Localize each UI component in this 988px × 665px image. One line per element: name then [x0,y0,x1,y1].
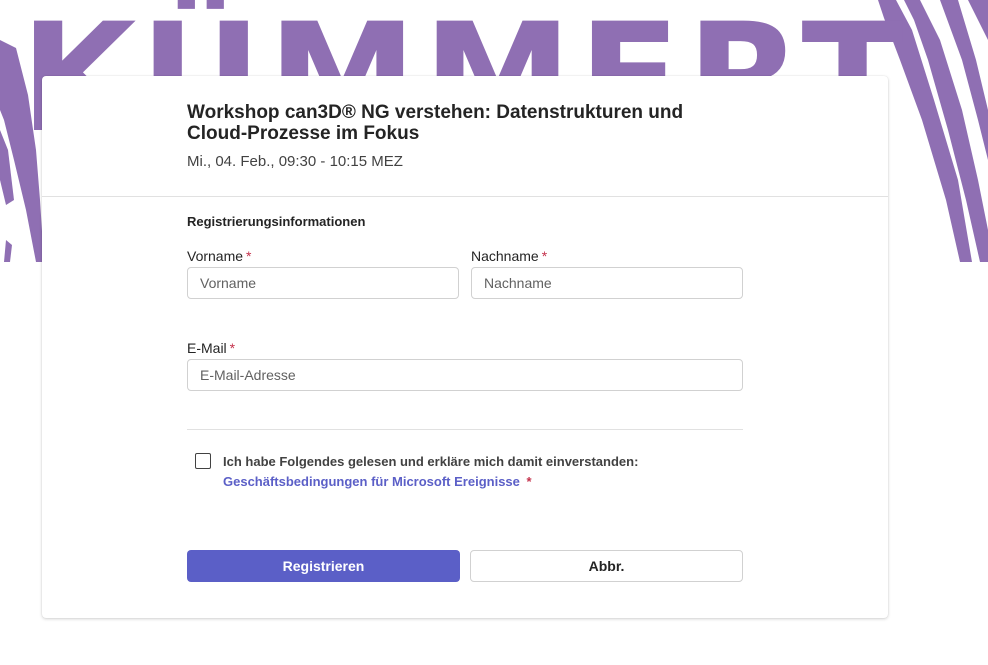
first-name-label-text: Vorname [187,248,244,264]
registration-card: Workshop can3D® NG verstehen: Datenstruk… [42,76,888,618]
cancel-button[interactable]: Abbr. [470,550,743,582]
consent-text-block: Ich habe Folgendes gelesen und erkläre m… [223,452,663,492]
event-title: Workshop can3D® NG verstehen: Datenstruk… [187,102,684,144]
last-name-label: Nachname * [471,248,547,264]
event-header: Workshop can3D® NG verstehen: Datenstruk… [42,76,888,197]
required-mark: * [246,248,252,264]
consent-text: Ich habe Folgendes gelesen und erkläre m… [223,454,639,469]
email-label-text: E-Mail [187,340,227,356]
last-name-input[interactable] [471,267,743,299]
email-input[interactable] [187,359,743,391]
event-datetime: Mi., 04. Feb., 09:30 - 10:15 MEZ [187,153,403,170]
required-mark: * [526,474,532,489]
terms-link[interactable]: Geschäftsbedingungen für Microsoft Ereig… [223,474,520,489]
first-name-label: Vorname * [187,248,252,264]
last-name-label-text: Nachname [471,248,539,264]
required-mark: * [229,340,236,356]
consent-checkbox[interactable] [195,453,211,469]
first-name-input[interactable] [187,267,459,299]
email-label: E-Mail * [187,340,235,356]
form-divider [187,429,743,430]
section-title: Registrierungsinformationen [187,214,366,229]
register-button[interactable]: Registrieren [187,550,460,582]
required-mark: * [541,248,548,264]
